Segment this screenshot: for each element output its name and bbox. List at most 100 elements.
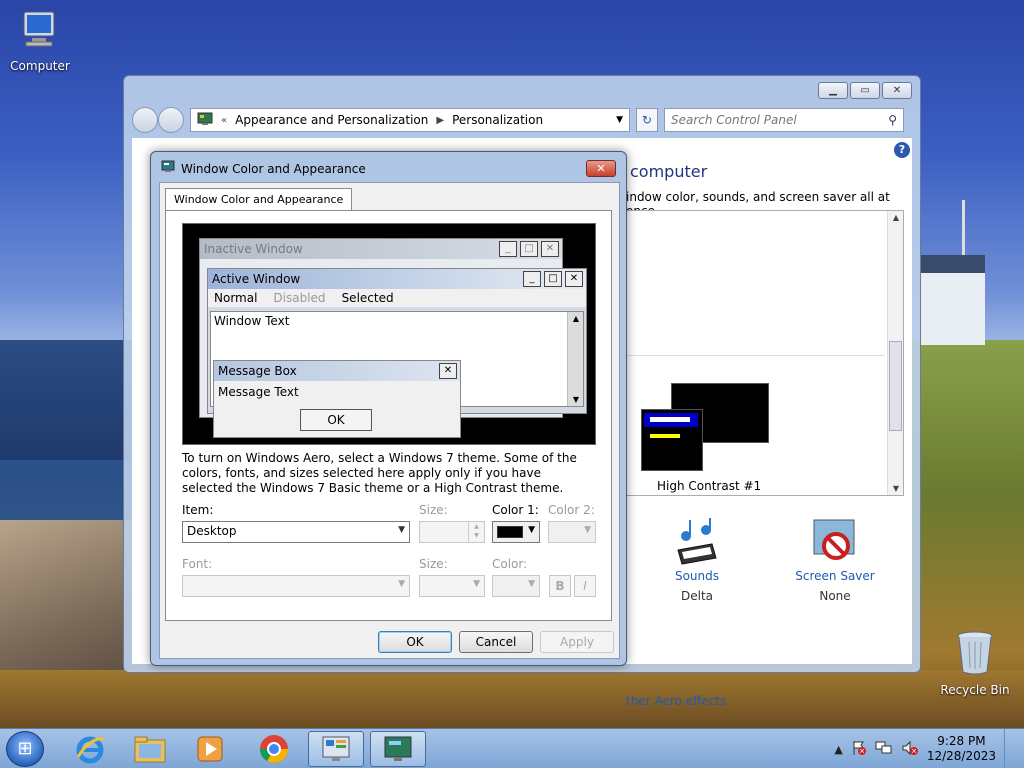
item-select[interactable]: Desktop ▼: [182, 521, 410, 543]
bold-button[interactable]: B: [549, 575, 571, 597]
clock-time: 9:28 PM: [937, 734, 986, 748]
dialog-body: Window Color and Appearance Inactive Win…: [159, 182, 620, 659]
media-player-icon: [197, 736, 223, 762]
volume-muted-icon[interactable]: ✕: [901, 740, 919, 759]
screen-saver-item[interactable]: Screen Saver None: [790, 516, 880, 603]
taskbar-chrome[interactable]: [246, 731, 302, 767]
font-size-select[interactable]: ▼: [419, 575, 485, 597]
minimize-icon: _: [499, 241, 517, 257]
theme-label[interactable]: High Contrast #1: [657, 479, 761, 493]
taskbar-personalization[interactable]: [370, 731, 426, 767]
dialog-title: Window Color and Appearance: [181, 161, 366, 176]
font-select[interactable]: ▼: [182, 575, 410, 597]
breadcrumb-overflow[interactable]: «: [221, 115, 227, 126]
search-icon[interactable]: ⚲: [888, 113, 897, 127]
computer-icon: [0, 8, 80, 55]
screen-saver-link[interactable]: Screen Saver: [790, 569, 880, 583]
window-color-dialog: Window Color and Appearance ✕ Window Col…: [150, 151, 627, 666]
preview-menu-disabled[interactable]: Disabled: [273, 291, 325, 305]
wallpaper-shore: [0, 670, 1024, 730]
preview-ok-button[interactable]: OK: [300, 409, 372, 431]
show-hidden-icons-button[interactable]: ▲: [834, 743, 842, 756]
system-tray: ▲ ✕ ✕ 9:28 PM 12/28/2023: [834, 729, 1016, 768]
close-icon: ✕: [596, 162, 606, 175]
help-icon[interactable]: ?: [894, 142, 910, 158]
aero-effects-link[interactable]: ther Aero effects: [626, 694, 726, 708]
close-button[interactable]: ✕: [882, 82, 912, 99]
scroll-up-icon[interactable]: ▲: [888, 213, 904, 222]
search-input[interactable]: Search Control Panel ⚲: [664, 108, 904, 132]
sounds-item[interactable]: Sounds Delta: [652, 516, 742, 603]
apply-button[interactable]: Apply: [540, 631, 614, 653]
sounds-link[interactable]: Sounds: [652, 569, 742, 583]
navigation-bar: « Appearance and Personalization ▶ Perso…: [132, 106, 912, 134]
preview-scrollbar[interactable]: ▲ ▼: [567, 312, 583, 406]
screen-saver-value: None: [819, 589, 851, 603]
preview-msgbox-text: Message Text: [218, 385, 299, 399]
color2-picker[interactable]: ▼: [548, 521, 596, 543]
forward-button[interactable]: [158, 107, 184, 133]
chevron-down-icon: ▼: [528, 579, 535, 589]
font-label: Font:: [182, 557, 213, 571]
network-icon[interactable]: [875, 740, 893, 759]
theme-thumbnail-front[interactable]: [641, 409, 703, 471]
taskbar-media-player[interactable]: [182, 731, 238, 767]
desktop-icon-recycle-bin[interactable]: Recycle Bin: [935, 630, 1015, 697]
windows-explorer-icon: [134, 736, 166, 763]
appearance-preview[interactable]: Inactive Window _ □ ✕ Active Window _ □ …: [182, 223, 596, 445]
minimize-button[interactable]: ▁: [818, 82, 848, 99]
show-desktop-button[interactable]: [1004, 729, 1016, 768]
font-color-picker[interactable]: ▼: [492, 575, 540, 597]
preview-inactive-title: Inactive Window: [204, 242, 303, 256]
dialog-titlebar[interactable]: Window Color and Appearance: [161, 160, 366, 177]
italic-button[interactable]: I: [574, 575, 596, 597]
theme-list-scrollbar[interactable]: ▲ ▼: [887, 211, 903, 495]
start-button[interactable]: ⊞: [6, 731, 44, 767]
window-controls: ▁ ▭ ✕: [818, 82, 912, 99]
theme-list[interactable]: High Contrast #1 ▲ ▼: [626, 210, 904, 496]
taskbar-clock[interactable]: 9:28 PM 12/28/2023: [927, 734, 996, 764]
preview-window-text: Window Text: [214, 314, 290, 328]
chevron-down-icon[interactable]: ▼: [616, 115, 623, 125]
taskbar-internet-explorer[interactable]: [62, 731, 118, 767]
breadcrumb-item[interactable]: Personalization: [452, 113, 543, 127]
windows-logo-icon: ⊞: [17, 738, 33, 759]
preview-inactive-titlebar[interactable]: Inactive Window _ □ ✕: [200, 239, 562, 259]
back-button[interactable]: [132, 107, 158, 133]
refresh-button[interactable]: ↻: [636, 108, 658, 132]
taskbar-windows-explorer[interactable]: [122, 731, 178, 767]
personalization-icon: [384, 736, 412, 761]
scroll-down-icon[interactable]: ▼: [888, 484, 904, 493]
preview-message-box[interactable]: Message Box ✕ Message Text OK: [213, 360, 461, 438]
preview-menu-selected[interactable]: Selected: [342, 291, 394, 305]
breadcrumb-item[interactable]: Appearance and Personalization: [235, 113, 428, 127]
preview-msgbox-titlebar[interactable]: Message Box ✕: [214, 361, 460, 381]
preview-active-titlebar[interactable]: Active Window _ □ ✕: [208, 269, 586, 289]
preview-menu-normal[interactable]: Normal: [214, 291, 257, 305]
color1-picker[interactable]: ▼: [492, 521, 540, 543]
preview-menu-bar: Normal Disabled Selected: [208, 289, 586, 307]
maximize-icon: □: [544, 271, 562, 287]
ok-button[interactable]: OK: [378, 631, 452, 653]
preview-active-title: Active Window: [212, 272, 301, 286]
scrollbar-thumb[interactable]: [889, 341, 902, 431]
maximize-icon: □: [520, 241, 538, 257]
action-center-icon[interactable]: ✕: [851, 740, 867, 759]
taskbar-control-panel[interactable]: [308, 731, 364, 767]
control-panel-icon: [197, 112, 213, 129]
tab-window-color[interactable]: Window Color and Appearance: [165, 188, 353, 211]
maximize-button[interactable]: ▭: [850, 82, 880, 99]
desktop-icon-computer[interactable]: Computer: [0, 8, 80, 73]
scroll-up-icon: ▲: [572, 314, 580, 323]
size-spinner[interactable]: ▲ ▼: [419, 521, 485, 543]
close-button[interactable]: ✕: [586, 160, 616, 177]
close-icon: ✕: [541, 241, 559, 257]
chevron-down-icon: ▼: [528, 525, 535, 535]
color1-label: Color 1:: [492, 503, 539, 517]
breadcrumb-separator-icon[interactable]: ▶: [436, 115, 444, 126]
clock-date: 12/28/2023: [926, 749, 996, 763]
cancel-button[interactable]: Cancel: [459, 631, 533, 653]
chevron-down-icon: ▼: [473, 579, 480, 589]
wallpaper-house: [920, 255, 985, 345]
address-bar[interactable]: « Appearance and Personalization ▶ Perso…: [190, 108, 630, 132]
